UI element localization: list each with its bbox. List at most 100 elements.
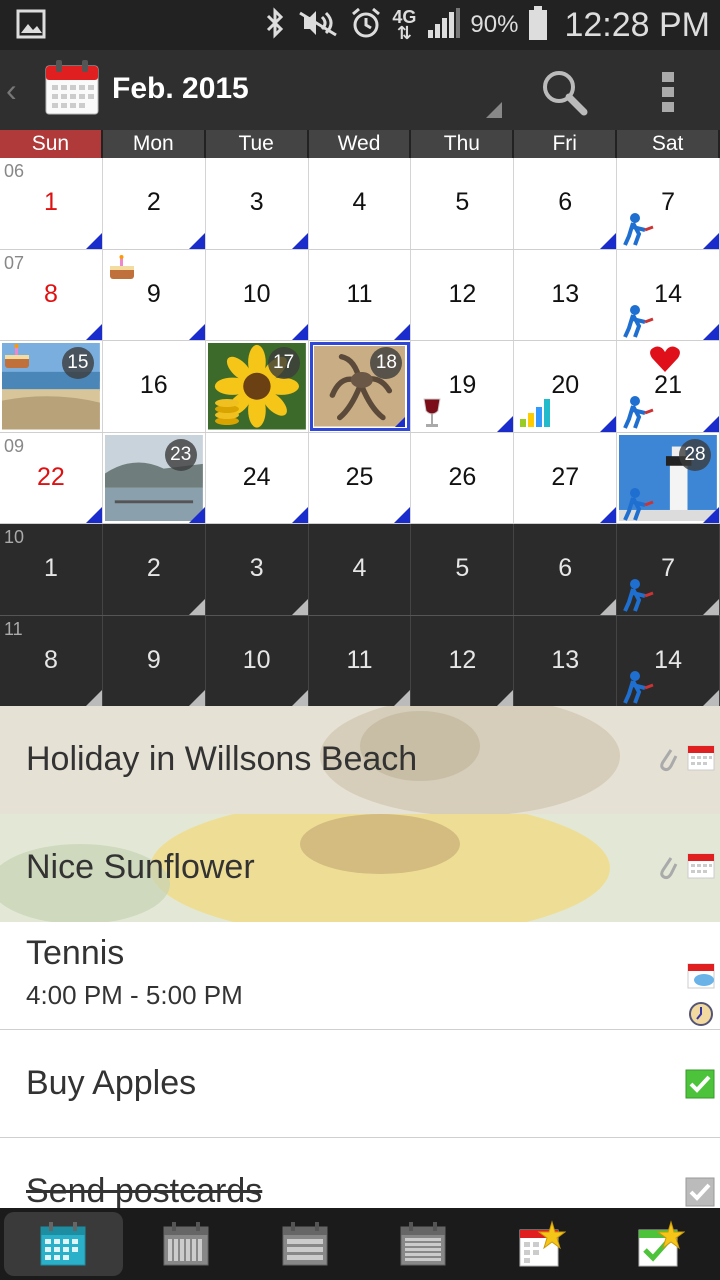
completed-tasks-icon[interactable] xyxy=(601,1208,720,1280)
day-cell[interactable]: 19 xyxy=(411,341,515,432)
attachment-icon xyxy=(656,742,678,777)
event-marker xyxy=(291,690,308,706)
day-cell[interactable]: 2 xyxy=(102,158,206,249)
day-cell[interactable]: 6 xyxy=(514,158,618,249)
dropdown-caret-icon[interactable] xyxy=(486,102,502,118)
day-cell[interactable]: 24 xyxy=(205,432,309,523)
day-cell[interactable]: 15 xyxy=(0,341,103,432)
day-cell[interactable]: 25 xyxy=(308,432,412,523)
event-marker xyxy=(188,324,205,340)
day-cell[interactable]: 10 xyxy=(205,615,309,706)
day-cell[interactable]: 6 xyxy=(514,524,618,615)
day-cell-selected[interactable]: 18 xyxy=(308,341,412,432)
day-cell[interactable]: 20 xyxy=(514,341,618,432)
day-cell[interactable]: 10 1 xyxy=(0,524,103,615)
event-marker xyxy=(85,324,102,340)
day-number: 6 xyxy=(558,554,573,582)
day-number: 6 xyxy=(558,188,573,216)
day-cell[interactable]: 12 xyxy=(411,249,515,340)
day-cell[interactable]: 7 xyxy=(617,158,720,249)
day-cell[interactable]: 3 xyxy=(205,524,309,615)
list-item[interactable]: Buy Apples xyxy=(0,1030,720,1138)
calendar-app-icon[interactable] xyxy=(44,58,100,121)
search-icon[interactable] xyxy=(540,68,588,121)
day-number: 2 xyxy=(146,554,161,582)
day-number: 27 xyxy=(551,462,580,491)
week-row: 15 16 17 18 19 20 21 xyxy=(0,341,720,433)
list-item[interactable]: Send postcards xyxy=(0,1138,720,1208)
checkbox-checked-grey-icon[interactable] xyxy=(684,1176,716,1208)
overflow-menu-icon[interactable] xyxy=(660,70,676,119)
day-cell[interactable]: 16 xyxy=(102,341,206,432)
event-marker xyxy=(497,415,514,432)
day-cell[interactable]: 2 xyxy=(102,524,206,615)
month-title[interactable]: Feb. 2015 xyxy=(112,72,249,106)
battery-percentage: 90% xyxy=(470,11,519,38)
checkbox-done-icon[interactable] xyxy=(684,1068,716,1105)
day-cell[interactable]: 11 8 xyxy=(0,615,103,706)
day-number: 5 xyxy=(455,554,470,582)
list-item[interactable]: Holiday in Willsons Beach xyxy=(0,706,720,816)
week-number: 06 xyxy=(4,161,25,181)
event-marker xyxy=(703,690,720,706)
day-number: 3 xyxy=(249,188,264,216)
chevron-left-icon[interactable]: ‹ xyxy=(6,72,17,109)
clock: 12:28 PM xyxy=(564,5,710,44)
event-list: Holiday in Willsons Beach Nice Sunflower… xyxy=(0,706,720,1208)
day-cell[interactable]: 5 xyxy=(411,524,515,615)
day-cell[interactable]: 5 xyxy=(411,158,515,249)
day-cell[interactable]: 21 xyxy=(617,341,720,432)
list-item[interactable]: Nice Sunflower xyxy=(0,798,720,938)
day-number: 25 xyxy=(345,462,374,491)
week-row: 06 1 2 3 4 5 6 7 xyxy=(0,158,720,250)
day-cell[interactable]: 07 8 xyxy=(0,249,103,340)
day-cell[interactable]: 13 xyxy=(514,615,618,706)
day-cell[interactable]: 27 xyxy=(514,432,618,523)
day-number: 13 xyxy=(551,279,580,308)
alarm-clock-icon xyxy=(687,999,715,1032)
day-cell[interactable]: 11 xyxy=(308,615,412,706)
calendar-sync-icon xyxy=(686,962,716,995)
day-cell[interactable]: 06 1 xyxy=(0,158,103,249)
day-cell[interactable]: 11 xyxy=(308,249,412,340)
weekday-thu: Thu xyxy=(411,130,515,158)
day-cell[interactable]: 12 xyxy=(411,615,515,706)
event-title: Nice Sunflower xyxy=(26,848,255,886)
event-marker xyxy=(600,232,617,249)
day-cell[interactable]: 10 xyxy=(205,249,309,340)
day-number: 22 xyxy=(37,462,65,491)
day-cell[interactable]: 9 xyxy=(102,615,206,706)
event-title: Tennis xyxy=(26,934,125,972)
day-number: 12 xyxy=(448,645,477,674)
event-marker xyxy=(188,690,205,706)
day-cell[interactable]: 23 xyxy=(102,432,206,523)
day-cell[interactable]: 3 xyxy=(205,158,309,249)
day-cell[interactable]: 28 xyxy=(617,432,720,523)
day-cell[interactable]: 4 xyxy=(308,158,412,249)
tasks-icon[interactable] xyxy=(483,1208,602,1280)
agenda-view-icon[interactable] xyxy=(364,1208,483,1280)
day-number: 13 xyxy=(551,645,580,674)
day-cell[interactable]: 4 xyxy=(308,524,412,615)
day-cell[interactable]: 7 xyxy=(617,524,720,615)
status-bar: 4G ⇅ 90% 12:28 PM xyxy=(0,0,720,50)
weekday-header: Sun Mon Tue Wed Thu Fri Sat xyxy=(0,130,720,158)
event-marker xyxy=(291,598,308,615)
day-cell[interactable]: 9 xyxy=(102,249,206,340)
list-item[interactable]: Tennis 4:00 PM - 5:00 PM xyxy=(0,922,720,1030)
calendar-event-icon xyxy=(686,850,716,885)
week-view-icon[interactable] xyxy=(127,1208,246,1280)
day-cell[interactable]: 09 22 xyxy=(0,432,103,523)
day-cell[interactable]: 14 xyxy=(617,249,720,340)
day-cell[interactable]: 26 xyxy=(411,432,515,523)
tennis-player-icon xyxy=(621,670,655,707)
month-view-icon[interactable] xyxy=(4,1212,123,1276)
event-title: Holiday in Willsons Beach xyxy=(26,740,418,778)
day-cell[interactable]: 14 xyxy=(617,615,720,707)
day-cell[interactable]: 17 xyxy=(205,341,309,432)
calendar-event-icon xyxy=(686,742,716,777)
day-view-icon[interactable] xyxy=(245,1208,364,1280)
event-time: 4:00 PM - 5:00 PM xyxy=(26,980,243,1010)
day-cell[interactable]: 13 xyxy=(514,249,618,340)
event-marker xyxy=(395,416,406,427)
